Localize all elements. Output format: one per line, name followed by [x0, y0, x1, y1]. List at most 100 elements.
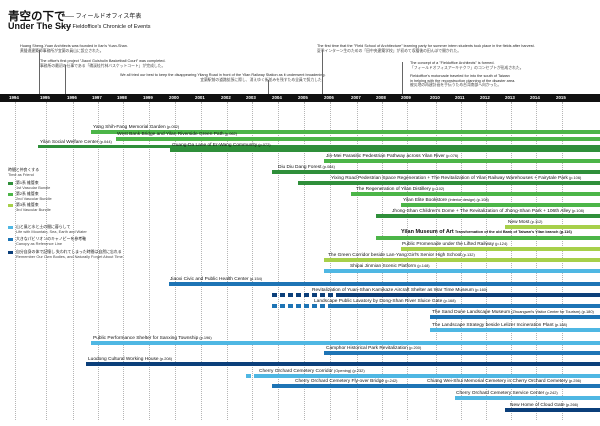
year-label: 2003	[246, 95, 256, 100]
project-page-ref: (p.180)	[580, 309, 594, 314]
project-page-ref: (p.196)	[198, 335, 212, 340]
project-page-ref: (p.044)	[98, 138, 112, 144]
year-label: 1996	[67, 95, 77, 100]
project-page-ref: (p.154)	[248, 276, 263, 281]
project-page-ref: (p.102)	[430, 186, 445, 191]
legend-swatch	[8, 204, 13, 207]
project-bar	[376, 236, 600, 240]
year-label: 2005	[298, 95, 308, 100]
project-page-ref: (p.148)	[416, 263, 430, 268]
year-label: 2011	[455, 95, 465, 100]
legend-label-en: Remember Our Own Bodies, and Naturally F…	[16, 253, 123, 259]
project-bar	[430, 384, 600, 388]
legend-label-en: 2nd Vascular Bundle	[16, 195, 52, 201]
project-name: Yilan Museum of Art	[401, 229, 454, 235]
year-gridline	[73, 102, 74, 420]
project-bar	[430, 328, 600, 332]
note-connector	[402, 75, 403, 94]
project-bar	[330, 304, 600, 308]
project-bar	[324, 351, 600, 355]
year-gridline	[15, 102, 16, 420]
project-label: Yilan Museum of Art Transformation of th…	[401, 229, 572, 235]
note-connector	[268, 80, 269, 94]
project-page-ref: (p.232)	[351, 368, 365, 373]
project-bar	[116, 137, 600, 141]
project-page-ref: (p.062)	[223, 131, 237, 136]
project-bar	[324, 258, 600, 262]
legend-swatch	[8, 251, 13, 254]
legend-item: 第1系 維管束 1st Vascular Bundle	[8, 180, 50, 190]
project-page-ref: (p.124)	[494, 241, 508, 246]
note-2008: The concept of a "Fieldoffice Architects…	[410, 61, 524, 70]
project-bar	[169, 282, 600, 286]
project-page-ref: Transformation of the old Bank of Taiwan…	[453, 229, 559, 234]
project-page-ref: (p.112)	[529, 219, 543, 224]
year-label: 1994	[9, 95, 19, 100]
project-bar	[324, 269, 600, 273]
project-bar-dashed	[246, 374, 257, 378]
project-page-ref: (p.168)	[442, 298, 456, 303]
year-label: 1998	[117, 95, 127, 100]
legend-swatch	[8, 238, 13, 241]
year-label: 2000	[169, 95, 179, 100]
year-label: 2013	[505, 95, 515, 100]
note-2005: The first time that the "Field School of…	[317, 44, 535, 53]
year-gridline	[98, 102, 99, 420]
project-page-ref: (p.106)	[567, 175, 582, 180]
project-page-ref: (p.108)	[475, 197, 489, 202]
legend-swatch	[8, 226, 13, 229]
project-bar-dashed	[272, 304, 330, 308]
legend-label-en: Life with Mountain, Sea, Earth and Water	[16, 228, 87, 234]
project-bar	[401, 203, 600, 207]
note-1995: Huang Sheng-Yuan Architects was founded …	[20, 44, 128, 53]
project-page-ref: (p.266)	[564, 402, 579, 407]
year-label: 1997	[92, 95, 102, 100]
year-gridline	[123, 102, 124, 420]
year-label: 1999	[143, 95, 153, 100]
project-page-ref: (Zhuangwei's Visitor Center for Tourism)	[510, 309, 581, 314]
title-jp-sub: —— フィールドオフィス年表	[62, 14, 142, 20]
year-label: 2012	[480, 95, 490, 100]
project-bar	[505, 408, 600, 412]
project-page-ref: (p.052)	[165, 124, 180, 129]
year-label: 2002	[221, 95, 231, 100]
legend-label-en: Time as Friend	[8, 171, 34, 177]
project-page-ref: (p.242)	[544, 390, 558, 395]
project-page-ref: (p.160)	[473, 287, 488, 292]
legend-swatch	[8, 182, 13, 185]
legend-label-en: 3rd Vascular Bundle	[16, 206, 51, 212]
project-page-ref: (p.208)	[158, 356, 172, 361]
note-connector	[39, 50, 40, 94]
year-label: 2006	[324, 95, 334, 100]
note-connector	[65, 65, 66, 94]
project-bar	[298, 181, 600, 185]
title-en-sub: —— Fieldoffice's Chronicle of Events	[60, 23, 151, 30]
legend-item: 山と風と水と土の間に暮らして Life with Mountain, Sea, E…	[8, 224, 87, 234]
project-page-ref: (p.084)	[321, 164, 335, 169]
project-page-ref: (p.256)	[567, 378, 582, 383]
note-1996: The office's first project "Jiaoxi Guish…	[40, 59, 166, 68]
year-label: 2001	[195, 95, 205, 100]
project-page-ref: (Interior design)	[447, 197, 476, 202]
year-label: 2007	[351, 95, 361, 100]
project-bar-dashed	[272, 293, 340, 297]
project-page-ref: (p.132)	[461, 252, 475, 257]
legend-item: 自分自身の体で記憶し 失われてしまった時間は自然に忘れる Remember Our…	[8, 249, 123, 259]
year-gridline	[46, 102, 47, 420]
project-bar	[351, 192, 600, 196]
year-label: 2015	[556, 95, 566, 100]
legend-item: 時間と仲良くする Time as Friend	[8, 167, 39, 177]
project-bar	[86, 362, 600, 366]
project-bar	[455, 396, 600, 400]
project-page-ref: (p.242)	[384, 378, 398, 383]
project-bar	[340, 293, 600, 297]
legend-swatch	[8, 193, 13, 196]
year-label: 2004	[272, 95, 282, 100]
legend-item: 大きなパビリオンのキャノピーを参考軸 Canopy as Reference Li…	[8, 236, 86, 246]
year-label: 1995	[40, 95, 50, 100]
note-2009: Fieldoffice's motorcade traveled for int…	[410, 74, 516, 88]
legend-item: 第2系 維管束 2nd Vascular Bundle	[8, 191, 52, 201]
project-page-ref: (Opening)	[332, 368, 352, 373]
note-connector	[322, 50, 323, 94]
note-1999: We all tried our best to keep the disapp…	[120, 73, 326, 82]
